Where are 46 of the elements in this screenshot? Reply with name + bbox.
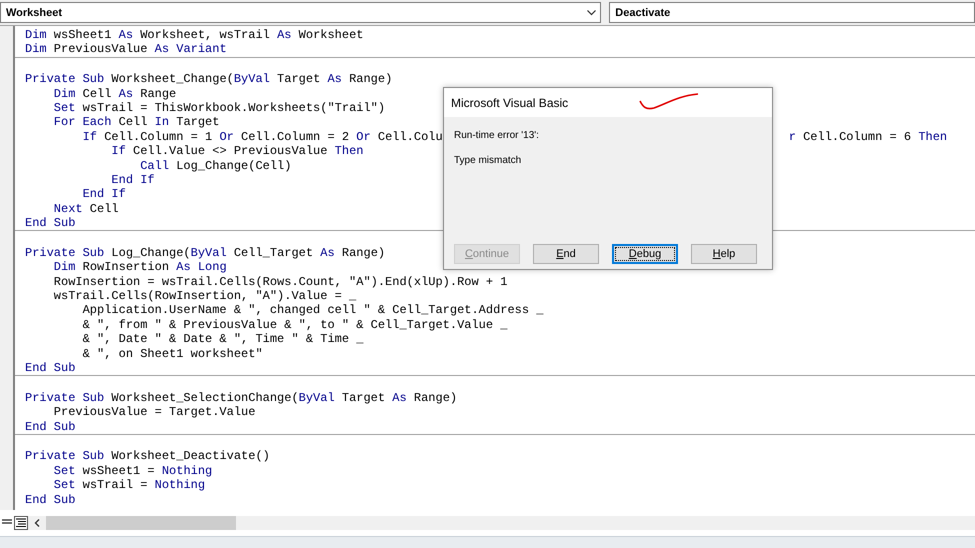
error-message: Run-time error '13': xyxy=(454,130,539,141)
code-line: End Sub xyxy=(25,216,76,230)
dialog-title: Microsoft Visual Basic xyxy=(451,96,568,110)
code-line: End If xyxy=(82,187,126,202)
code-line: & ", on Sheet1 worksheet" xyxy=(82,346,263,361)
dialog-button[interactable]: Debug xyxy=(612,244,678,264)
error-detail: Type mismatch xyxy=(454,155,522,166)
check-mark-drawing xyxy=(638,92,700,112)
dialog-button[interactable]: End xyxy=(533,244,599,264)
code-line: r Cell.Column = 6 Then xyxy=(788,130,948,144)
code-line: wsTrail.Cells(RowInsertion, "A").Value = _ xyxy=(52,289,356,304)
code-line: End Sub xyxy=(25,420,76,434)
code-line: Call Log_Change(Cell) xyxy=(139,158,292,173)
code-line: Set wsTrail = ThisWorkbook.Worksheets("Trail") xyxy=(52,100,386,116)
code-line: Private Sub Worksheet_Change(ByVal Target As Range) xyxy=(25,72,392,87)
code-line: PreviousValue = Target.Value xyxy=(52,405,256,420)
code-line: End Sub xyxy=(25,360,76,376)
scroll-left-icon[interactable] xyxy=(34,519,40,527)
code-line: Dim Cell As Range xyxy=(52,86,176,101)
code-line: Set wsSheet1 = Nothing xyxy=(52,464,212,478)
code-line: Dim wsSheet1 As Worksheet, wsTrail As Worksheet xyxy=(25,28,364,42)
chevron-down-icon xyxy=(587,10,596,16)
code-line: & ", from " & PreviousValue & ", to " & Cell_Target.Value _ xyxy=(82,318,508,332)
code-line: Private Sub Log_Change(ByVal Cell_Target As Range) xyxy=(25,246,386,260)
code-line: Next Cell xyxy=(52,202,119,216)
full-module-view-icon[interactable] xyxy=(14,516,28,530)
dialog-button[interactable]: Help xyxy=(691,244,757,264)
code-line: Private Sub Worksheet_Deactivate() xyxy=(25,449,270,464)
dropdown-value: Worksheet xyxy=(6,6,62,18)
scroll-thumb[interactable] xyxy=(46,516,236,530)
code-line: If Cell.Column = 1 Or Cell.Column = 2 Or Cell.Colu xyxy=(82,130,443,144)
code-line: Application.UserName & ", changed cell " & Cell_Target.Address _ xyxy=(82,303,544,318)
code-line: Dim RowInsertion As Long xyxy=(52,260,227,275)
code-line: If Cell.Value <> PreviousValue Then xyxy=(110,144,364,159)
code-line: End Sub xyxy=(25,492,76,507)
code-line: RowInsertion = wsTrail.Cells(Rows.Count, "A").End(xlUp).Row + 1 xyxy=(52,274,508,290)
code-line: Dim PreviousValue As Variant xyxy=(25,42,227,57)
procedure-dropdown[interactable]: Deactivate xyxy=(609,2,975,23)
object-dropdown[interactable]: Worksheet xyxy=(0,2,602,23)
code-line: End If xyxy=(110,172,155,188)
horizontal-scrollbar[interactable] xyxy=(28,516,975,530)
code-line: & ", Date " & Date & ", Time " & Time _ xyxy=(82,332,364,347)
code-line: For Each Cell In Target xyxy=(52,115,220,130)
code-line: Private Sub Worksheet_SelectionChange(ByVal Target As Range) xyxy=(25,390,458,406)
dropdown-value: Deactivate xyxy=(615,6,670,18)
code-line: Set wsTrail = Nothing xyxy=(52,478,206,492)
